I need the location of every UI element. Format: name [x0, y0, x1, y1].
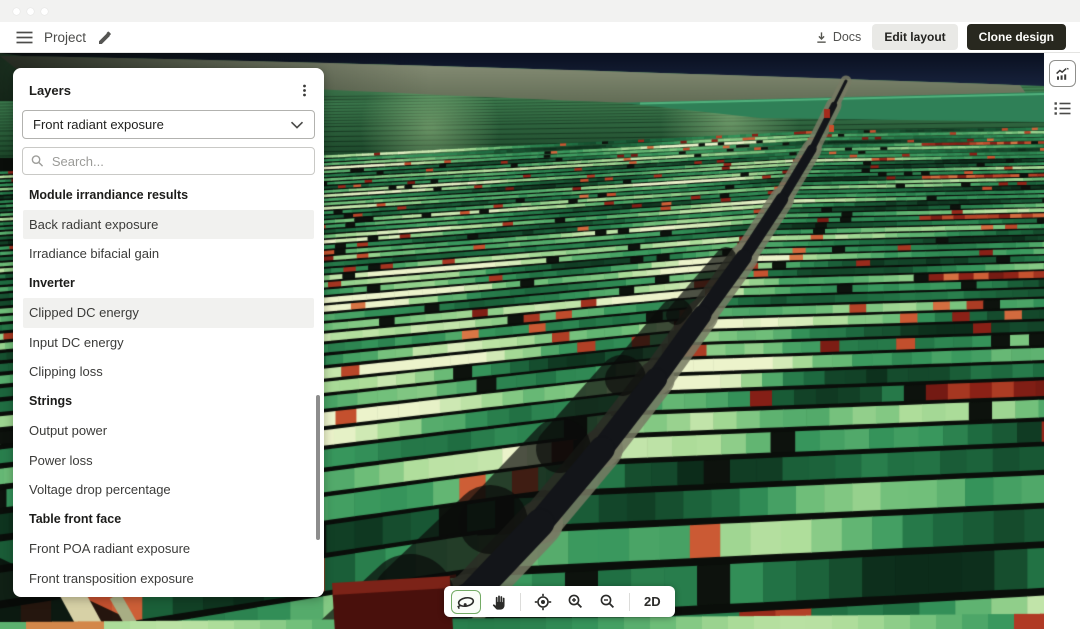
- zoom-out-button[interactable]: [592, 590, 622, 614]
- orbit-tool-button[interactable]: [451, 590, 481, 614]
- layers-panel-title: Layers: [29, 83, 71, 98]
- focus-tool-button[interactable]: [528, 590, 558, 614]
- layer-item[interactable]: Back radiant exposure: [23, 210, 314, 240]
- menu-button[interactable]: [14, 29, 35, 46]
- window-control-dot[interactable]: [13, 8, 20, 15]
- layer-item[interactable]: Clipped DC energy: [23, 298, 314, 328]
- rename-project-button[interactable]: [95, 28, 113, 46]
- window-titlebar: [0, 0, 1080, 22]
- layer-item[interactable]: Output power: [13, 416, 324, 446]
- analytics-chart-icon: [1054, 65, 1071, 82]
- edit-layout-button[interactable]: Edit layout: [872, 24, 957, 50]
- layer-list: Module irrandiance results Back radiant …: [13, 180, 324, 593]
- bullet-list-icon: [1053, 101, 1072, 116]
- layer-group-header: Table front face: [13, 505, 324, 535]
- layer-select-value: Front radiant exposure: [33, 117, 164, 132]
- layer-group-header: Module irrandiance results: [13, 180, 324, 210]
- toolbar-divider: [629, 593, 630, 611]
- zoom-out-icon: [599, 593, 616, 610]
- layer-item[interactable]: Front transposition exposure: [13, 564, 324, 594]
- orbit-icon: [456, 594, 476, 610]
- zoom-in-button[interactable]: [560, 590, 590, 614]
- layer-group-header: Strings: [13, 387, 324, 417]
- layer-item[interactable]: Input DC energy: [13, 328, 324, 358]
- zoom-in-icon: [567, 593, 584, 610]
- layer-item[interactable]: Power loss: [13, 446, 324, 476]
- layer-item[interactable]: Voltage drop percentage: [13, 475, 324, 505]
- window-control-dot[interactable]: [27, 8, 34, 15]
- window-control-dot[interactable]: [41, 8, 48, 15]
- layer-select-dropdown[interactable]: Front radiant exposure: [22, 110, 315, 139]
- results-chart-button[interactable]: [1049, 60, 1076, 87]
- layer-item[interactable]: Clipping loss: [13, 357, 324, 387]
- layers-panel: Layers Front radiant exposure: [13, 68, 324, 597]
- chevron-down-icon: [290, 121, 304, 129]
- docs-button[interactable]: Docs: [813, 28, 863, 46]
- viewport-area: Layers Front radiant exposure: [0, 53, 1080, 629]
- layer-search-box: [22, 147, 315, 175]
- app-toolbar: Project Docs Edit layout Clone design: [0, 22, 1080, 53]
- panel-scrollbar-thumb[interactable]: [316, 395, 320, 540]
- search-icon: [31, 154, 44, 168]
- right-sidebar: [1044, 53, 1080, 629]
- layers-panel-menu-button[interactable]: [295, 81, 314, 100]
- 2d-mode-button[interactable]: 2D: [637, 594, 668, 609]
- search-input[interactable]: [50, 153, 306, 170]
- app-window: Project Docs Edit layout Clone design: [0, 0, 1080, 629]
- pencil-icon: [97, 30, 111, 44]
- docs-label: Docs: [833, 30, 861, 44]
- layer-item[interactable]: Irradiance bifacial gain: [13, 239, 324, 269]
- target-icon: [534, 593, 552, 611]
- clone-design-button[interactable]: Clone design: [967, 24, 1066, 50]
- layer-item[interactable]: Front POA radiant exposure: [13, 534, 324, 564]
- layer-group-header: Inverter: [13, 269, 324, 299]
- toolbar-divider: [520, 593, 521, 611]
- pan-tool-button[interactable]: [483, 590, 513, 614]
- viewer-toolbar: 2D: [444, 586, 675, 617]
- download-icon: [815, 31, 828, 44]
- project-title: Project: [44, 30, 86, 45]
- hand-icon: [491, 594, 506, 610]
- hamburger-icon: [16, 31, 33, 44]
- layer-list-button[interactable]: [1050, 98, 1074, 118]
- kebab-menu-icon: [297, 83, 312, 98]
